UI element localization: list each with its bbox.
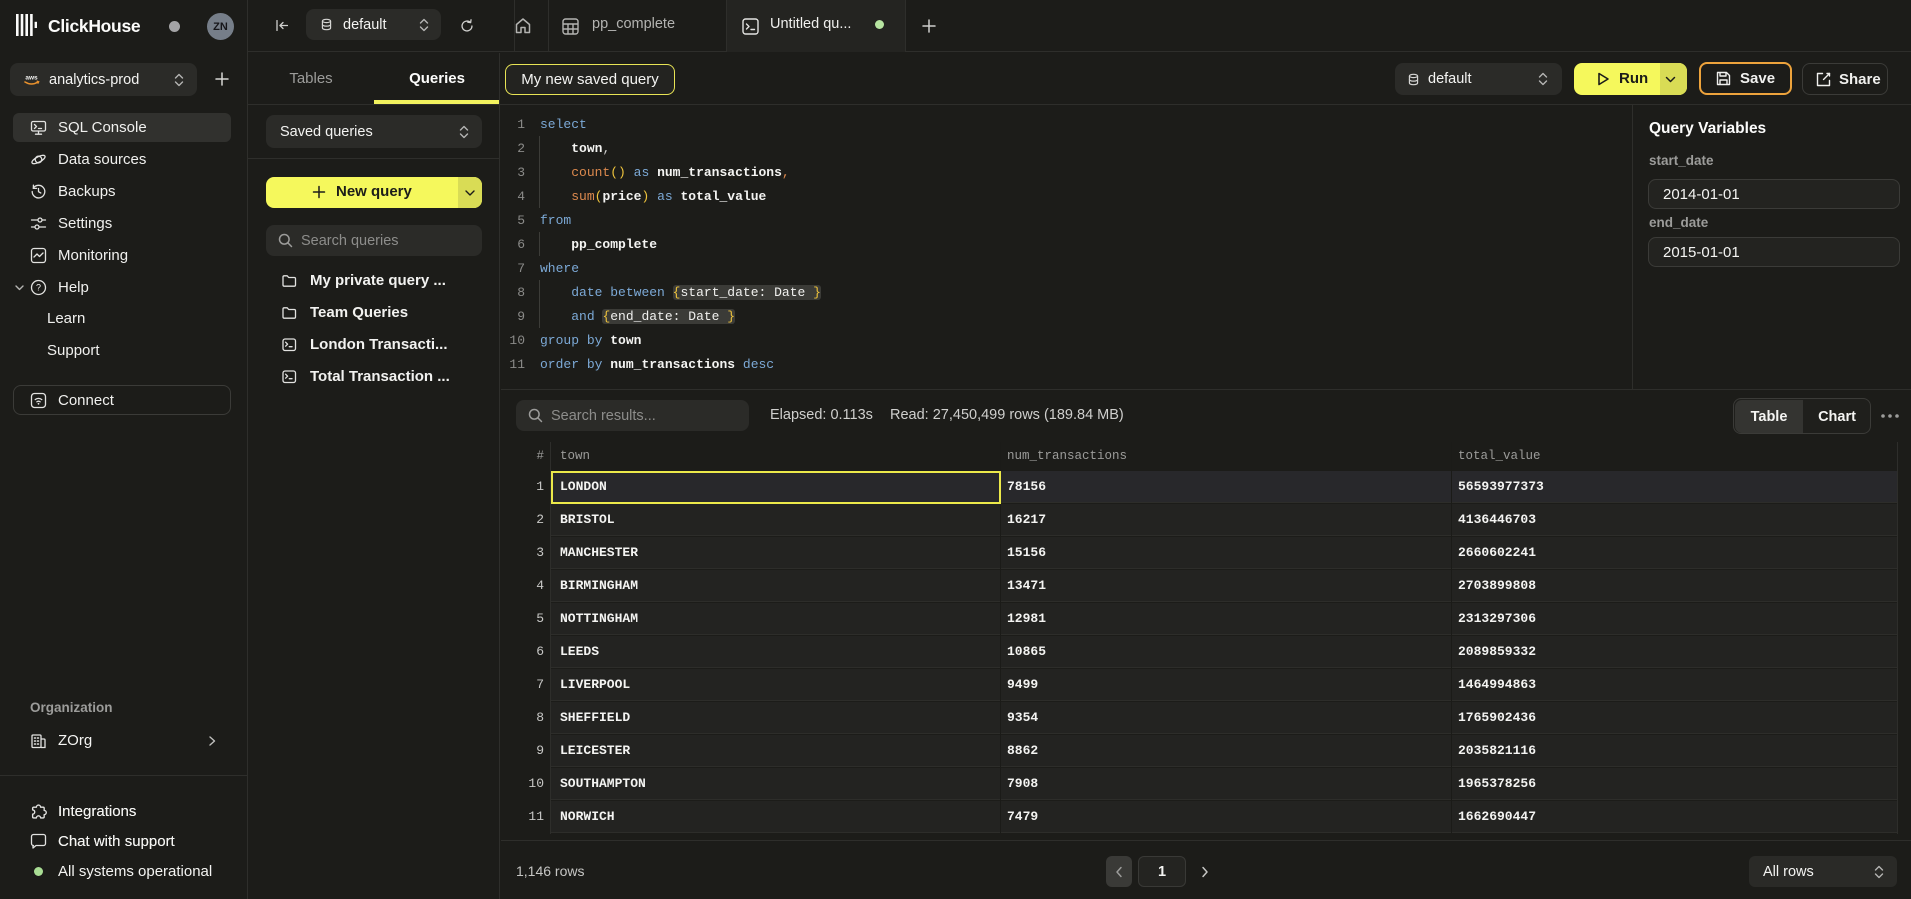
svg-text:?: ? (36, 283, 41, 293)
svg-text:aws: aws (25, 75, 38, 82)
